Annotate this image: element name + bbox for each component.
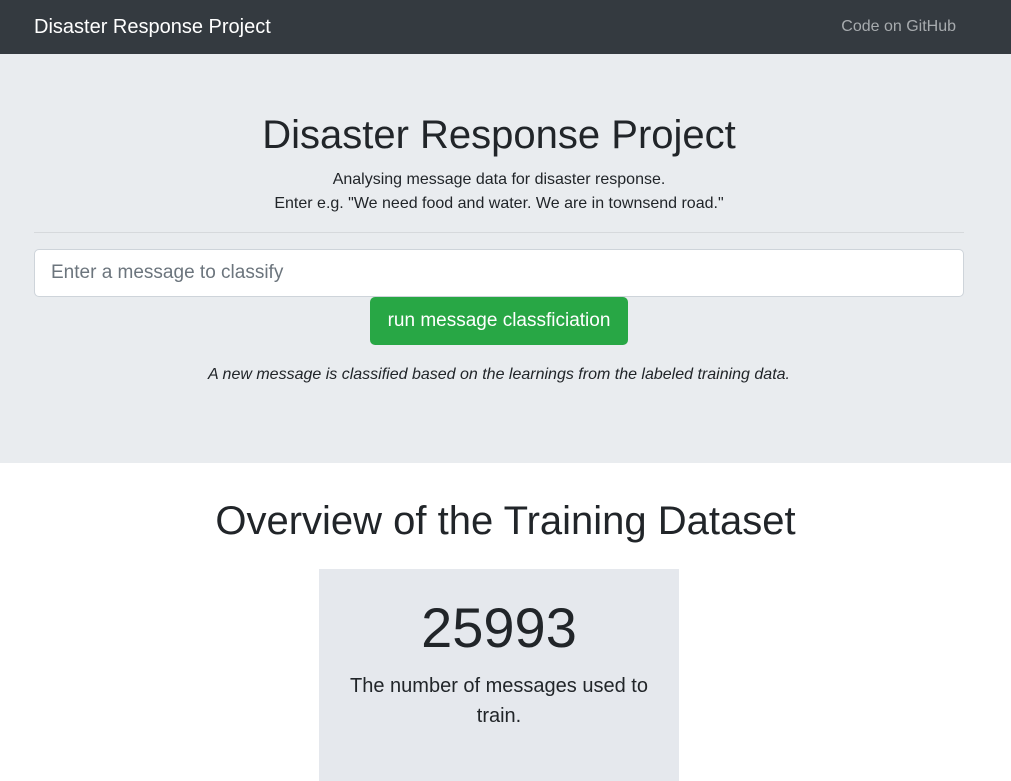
classify-form: run message classficiation xyxy=(34,249,964,345)
overview-section: Overview of the Training Dataset 25993 T… xyxy=(0,463,1011,781)
page-title: Disaster Response Project xyxy=(262,113,736,157)
classify-button[interactable]: run message classficiation xyxy=(369,297,629,345)
hero-lead: Analysing message data for disaster resp… xyxy=(34,168,964,216)
message-input[interactable] xyxy=(34,249,964,297)
hero-divider xyxy=(34,232,964,233)
hero-lead-line-2: Enter e.g. "We need food and water. We a… xyxy=(274,195,724,212)
github-link[interactable]: Code on GitHub xyxy=(841,18,956,36)
hero-section: Disaster Response Project Analysing mess… xyxy=(0,54,1011,463)
overview-title: Overview of the Training Dataset xyxy=(215,499,796,543)
stat-label: The number of messages used to train. xyxy=(350,675,648,727)
stat-card: 25993 The number of messages used to tra… xyxy=(319,569,679,781)
navbar-brand[interactable]: Disaster Response Project xyxy=(34,16,271,39)
top-navbar: Disaster Response Project Code on GitHub xyxy=(0,0,1011,54)
stat-value: 25993 xyxy=(421,596,577,659)
hero-lead-line-1: Analysing message data for disaster resp… xyxy=(332,171,666,188)
hero-note: A new message is classified based on the… xyxy=(208,366,790,383)
